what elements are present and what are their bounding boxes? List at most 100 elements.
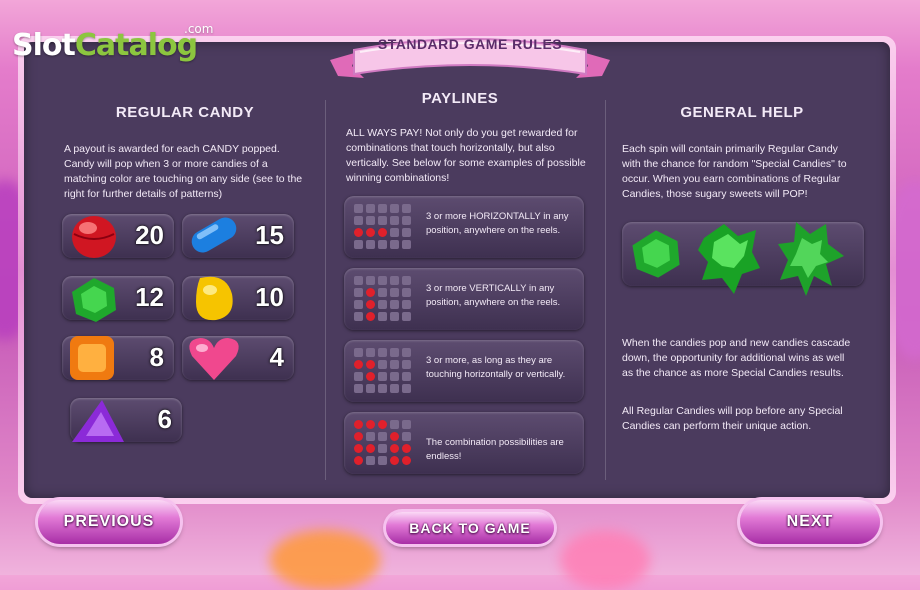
payline-text: 3 or more HORIZONTALLY in any position, … <box>426 211 569 236</box>
payline-empty-cell <box>378 300 387 309</box>
payline-text: 3 or more, as long as they are touching … <box>426 355 566 380</box>
purple-triangle-candy-icon <box>72 400 124 442</box>
payline-empty-cell <box>378 456 387 465</box>
pop-order-text: All Regular Candies will pop before any … <box>622 405 843 432</box>
payline-empty-cell <box>366 432 375 441</box>
payline-text: The combination possibilities are endles… <box>426 437 564 462</box>
candy-payout-card: 6 <box>70 398 182 442</box>
payline-grid <box>354 420 411 465</box>
payline-candy-dot <box>366 228 375 237</box>
payline-empty-cell <box>402 384 411 393</box>
payline-empty-cell <box>390 312 399 321</box>
payline-empty-cell <box>378 372 387 381</box>
payline-empty-cell <box>366 216 375 225</box>
payline-candy-dot <box>366 312 375 321</box>
payline-candy-dot <box>366 444 375 453</box>
payline-empty-cell <box>354 288 363 297</box>
rules-banner: STANDARD GAME RULES <box>330 22 610 88</box>
payline-empty-cell <box>366 204 375 213</box>
payline-empty-cell <box>402 348 411 357</box>
payline-candy-dot <box>354 432 363 441</box>
payline-candy-dot <box>378 420 387 429</box>
payline-candy-dot <box>378 228 387 237</box>
payline-empty-cell <box>390 420 399 429</box>
candy-payout-value: 10 <box>255 282 284 312</box>
candy-splash-icon <box>778 222 844 296</box>
payline-empty-cell <box>390 360 399 369</box>
column-divider <box>605 100 606 480</box>
paylines-title: PAYLINES <box>421 90 499 107</box>
payline-empty-cell <box>378 204 387 213</box>
payline-empty-cell <box>378 444 387 453</box>
red-round-candy-icon <box>72 216 116 258</box>
payline-candy-dot <box>366 360 375 369</box>
payline-empty-cell <box>378 360 387 369</box>
payline-candy-dot <box>402 444 411 453</box>
payline-empty-cell <box>378 384 387 393</box>
payline-empty-cell <box>402 432 411 441</box>
candy-pop-sequence <box>622 222 864 296</box>
payline-empty-cell <box>402 276 411 285</box>
payline-empty-cell <box>402 240 411 249</box>
candy-payout-card: 15 <box>182 214 294 258</box>
payline-empty-cell <box>390 384 399 393</box>
payline-empty-cell <box>354 372 363 381</box>
payline-empty-cell <box>354 216 363 225</box>
candy-payout-value: 8 <box>149 342 164 372</box>
candy-payout-value: 4 <box>269 342 284 372</box>
payline-empty-cell <box>390 300 399 309</box>
candy-payout-value: 15 <box>255 220 284 250</box>
payline-text: 3 or more VERTICALLY in any position, an… <box>426 283 561 308</box>
background-candy-blob <box>560 530 650 590</box>
general-help-title: GENERAL HELP <box>680 104 804 121</box>
payline-empty-cell <box>354 276 363 285</box>
payline-empty-cell <box>378 240 387 249</box>
column-divider <box>325 100 326 480</box>
payline-candy-dot <box>354 444 363 453</box>
payline-candy-dot <box>354 456 363 465</box>
payline-empty-cell <box>402 300 411 309</box>
back-to-game-button[interactable]: BACK TO GAME <box>386 512 554 544</box>
payline-empty-cell <box>390 216 399 225</box>
payline-empty-cell <box>390 348 399 357</box>
previous-button[interactable]: PREVIOUS <box>38 500 180 544</box>
payline-empty-cell <box>390 276 399 285</box>
payline-empty-cell <box>354 384 363 393</box>
green-hexagon-candy-icon <box>72 278 116 322</box>
payline-candy-dot <box>390 432 399 441</box>
banner-title: STANDARD GAME RULES <box>377 36 563 52</box>
payline-empty-cell <box>378 216 387 225</box>
payline-candy-dot <box>354 228 363 237</box>
payline-candy-dot <box>354 420 363 429</box>
payline-empty-cell <box>402 312 411 321</box>
slotcatalog-logo: SlotCatalog .com <box>12 22 214 63</box>
candy-payout-card: 20 <box>62 214 174 258</box>
payline-grid <box>354 348 411 393</box>
payline-example-touching: 3 or more, as long as they are touching … <box>344 340 584 402</box>
payline-empty-cell <box>366 240 375 249</box>
payline-empty-cell <box>402 372 411 381</box>
candy-payout-card: 12 <box>62 276 174 322</box>
payline-empty-cell <box>354 312 363 321</box>
candy-burst-icon <box>698 224 760 294</box>
payline-candy-dot <box>354 360 363 369</box>
candy-payout-value: 20 <box>135 220 164 250</box>
candy-payout-value: 6 <box>157 404 172 434</box>
payline-candy-dot <box>402 456 411 465</box>
payline-empty-cell <box>366 276 375 285</box>
payline-empty-cell <box>366 456 375 465</box>
payline-candy-dot <box>366 420 375 429</box>
payline-example-endless: The combination possibilities are endles… <box>344 412 584 474</box>
ribbon-icon <box>330 38 610 78</box>
payline-empty-cell <box>378 276 387 285</box>
payline-empty-cell <box>390 240 399 249</box>
payline-empty-cell <box>378 432 387 441</box>
payline-empty-cell <box>378 312 387 321</box>
regular-candy-title: REGULAR CANDY <box>115 104 255 121</box>
payline-empty-cell <box>390 288 399 297</box>
payline-empty-cell <box>354 240 363 249</box>
next-button[interactable]: NEXT <box>740 500 880 544</box>
payline-grid <box>354 204 411 249</box>
payline-empty-cell <box>402 360 411 369</box>
payline-candy-dot <box>366 300 375 309</box>
